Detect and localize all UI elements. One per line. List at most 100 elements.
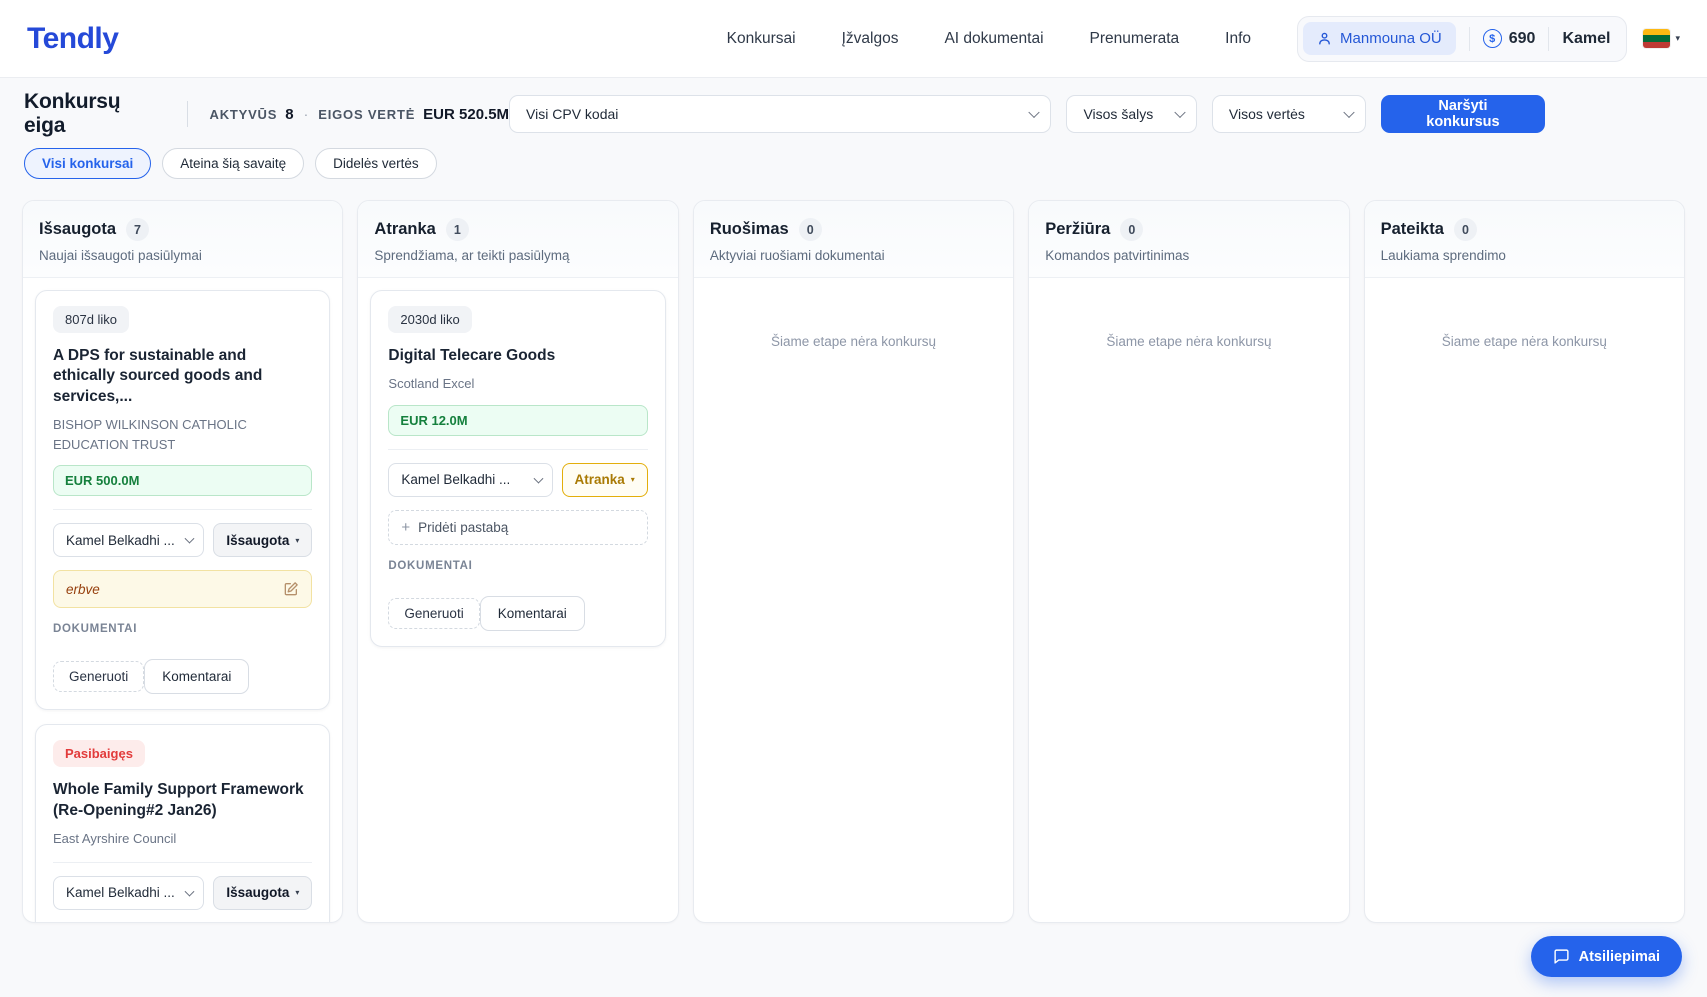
assignee-filter: Kamel Belkadhi ... [388, 463, 552, 497]
pipeline-stats: AKTYVŪS 8 · EIGOS VERTĖ EUR 520.5M [210, 106, 510, 123]
divider [187, 101, 188, 127]
person-icon [1317, 31, 1332, 46]
column-count-badge: 0 [799, 218, 822, 241]
credits-count: 690 [1509, 30, 1536, 48]
deadline-badge: 807d liko [53, 306, 129, 333]
filter-pill-ateina-šią-savaitę[interactable]: Ateina šią savaitę [162, 148, 304, 179]
cpv-select[interactable]: Visi CPV kodai [509, 95, 1051, 133]
language-switcher[interactable]: ▾ [1643, 29, 1680, 48]
column-peržiūra: Peržiūra 0 Komandos patvirtinimas Šiame eta… [1028, 200, 1349, 923]
filter-pill-visi-konkursai[interactable]: Visi konkursai [24, 148, 151, 179]
tender-title: A DPS for sustainable and ethically sour… [53, 346, 312, 407]
caret-down-icon: ▾ [295, 536, 299, 545]
edit-icon[interactable] [283, 581, 299, 597]
assignee-select[interactable]: Kamel Belkadhi ... [53, 523, 204, 557]
comments-button[interactable]: Komentarai [480, 596, 585, 631]
column-header: Išsaugota7Naujai išsaugoti pasiūlymai [23, 201, 342, 278]
nav-item-ai-dokumentai[interactable]: AI dokumentai [944, 30, 1043, 48]
column-count-badge: 0 [1454, 218, 1477, 241]
empty-state-text: Šiame etape nėra konkursų [706, 290, 1001, 349]
nav-item-info[interactable]: Info [1225, 30, 1251, 48]
column-subtitle: Aktyviai ruošiami dokumentai [710, 248, 997, 263]
org-switcher-button[interactable]: Manmouna OÜ [1303, 22, 1456, 55]
tender-value-badge: EUR 12.0M [388, 405, 647, 436]
column-body: Šiame etape nėra konkursų [1365, 278, 1684, 922]
generate-button[interactable]: Generuoti [388, 598, 479, 629]
column-subtitle: Sprendžiama, ar teikti pasiūlymą [374, 248, 661, 263]
credits-counter[interactable]: $ 690 [1483, 29, 1536, 48]
column-header: Atranka1Sprendžiama, ar teikti pasiūlymą [358, 201, 677, 278]
country-filter: Visos šalys [1066, 95, 1196, 133]
column-body: 2030d likoDigital Telecare GoodsScotland… [358, 278, 677, 922]
column-subtitle: Naujai išsaugoti pasiūlymai [39, 248, 326, 263]
documents-label: DOKUMENTAI [388, 560, 647, 572]
kanban-board: Išsaugota 7 Naujai išsaugoti pasiūlymai 807… [0, 200, 1707, 923]
divider [53, 509, 312, 510]
lithuania-flag-icon [1643, 29, 1670, 48]
app-logo[interactable]: Tendly [27, 22, 118, 56]
dot-separator: · [304, 106, 309, 122]
account-group: Manmouna OÜ $ 690 Kamel [1297, 16, 1627, 62]
country-select[interactable]: Visos šalys [1066, 95, 1196, 133]
buyer-name: Scotland Excel [388, 374, 647, 394]
nav-menu: Konkursai Įžvalgos AI dokumentai Prenumerat… [727, 30, 1251, 48]
feedback-button[interactable]: Atsiliepimai [1531, 936, 1682, 977]
note[interactable]: erbve [53, 570, 312, 608]
stage-button[interactable]: Išsaugota▾ [213, 876, 312, 910]
tender-value-badge: EUR 500.0M [53, 465, 312, 496]
filter-pill-didelės-vertės[interactable]: Didelės vertės [315, 148, 437, 179]
column-pateikta: Pateikta0Laukiama sprendimoŠiame etape n… [1364, 200, 1685, 923]
assignee-select[interactable]: Kamel Belkadhi ... [388, 463, 552, 497]
page-title: Konkursų eiga [24, 90, 165, 138]
stage-label: Išsaugota [226, 885, 289, 900]
assignee-select[interactable]: Kamel Belkadhi ... [53, 876, 204, 910]
value-select[interactable]: Visos vertės [1212, 95, 1366, 133]
active-count: 8 [285, 106, 293, 123]
column-body: Šiame etape nėra konkursų [694, 278, 1013, 922]
divider [1469, 27, 1470, 51]
comments-button[interactable]: Komentarai [144, 659, 249, 694]
column-atranka: Atranka1Sprendžiama, ar teikti pasiūlymą… [357, 200, 678, 923]
filter-pills: Visi konkursai Ateina šią savaitę Didelės … [24, 148, 1683, 179]
chat-icon [1553, 948, 1570, 965]
value-label: EIGOS VERTĖ [318, 107, 415, 122]
column-subtitle: Komandos patvirtinimas [1045, 248, 1332, 263]
deadline-badge: 2030d liko [388, 306, 471, 333]
tender-card: 807d liko A DPS for sustainable and ethic… [35, 290, 330, 710]
note-text: erbve [66, 582, 100, 597]
assignee-row: Kamel Belkadhi ... Išsaugota ▾ [53, 523, 312, 557]
caret-down-icon: ▾ [1675, 33, 1680, 44]
nav-item-konkursai[interactable]: Konkursai [727, 30, 796, 48]
tender-card: 2030d likoDigital Telecare GoodsScotland… [370, 290, 665, 647]
column-title: Peržiūra [1045, 220, 1110, 239]
add-note-button[interactable]: + Pridėti pastabą [388, 510, 647, 545]
coin-icon: $ [1483, 29, 1502, 48]
stage-button[interactable]: Išsaugota ▾ [213, 523, 312, 557]
status-badge: Pasibaigęs [53, 740, 145, 767]
user-menu[interactable]: Kamel [1562, 30, 1610, 48]
stage-label: Išsaugota [226, 533, 289, 548]
stage-button[interactable]: Atranka▾ [562, 463, 648, 497]
org-name: Manmouna OÜ [1340, 30, 1442, 47]
assignee-row: Kamel Belkadhi ... Atranka▾ [388, 463, 647, 497]
top-navbar: Tendly Konkursai Įžvalgos AI dokumentai Pre… [0, 0, 1707, 78]
column-count-badge: 7 [126, 218, 149, 241]
stage-label: Atranka [575, 472, 625, 487]
column-body: Šiame etape nėra konkursų [1029, 278, 1348, 922]
divider [53, 862, 312, 863]
buyer-name: East Ayrshire Council [53, 829, 312, 849]
browse-tenders-button[interactable]: Naršyti konkursus [1381, 95, 1545, 133]
column-header: Peržiūra 0 Komandos patvirtinimas [1029, 201, 1348, 278]
assignee-row: Kamel Belkadhi ... Išsaugota▾ [53, 876, 312, 910]
add-note-label: Pridėti pastabą [418, 520, 508, 535]
assignee-filter: Kamel Belkadhi ... [53, 523, 204, 557]
column-count-badge: 0 [1120, 218, 1143, 241]
active-label: AKTYVŪS [210, 107, 278, 122]
documents-label: DOKUMENTAI [53, 623, 312, 635]
tender-card: PasibaigęsWhole Family Support Framework… [35, 724, 330, 922]
nav-item-įžvalgos[interactable]: Įžvalgos [842, 30, 899, 48]
generate-button[interactable]: Generuoti [53, 661, 144, 692]
plus-icon: + [401, 520, 410, 535]
column-body: 807d liko A DPS for sustainable and ethic… [23, 278, 342, 922]
nav-item-prenumerata[interactable]: Prenumerata [1090, 30, 1180, 48]
